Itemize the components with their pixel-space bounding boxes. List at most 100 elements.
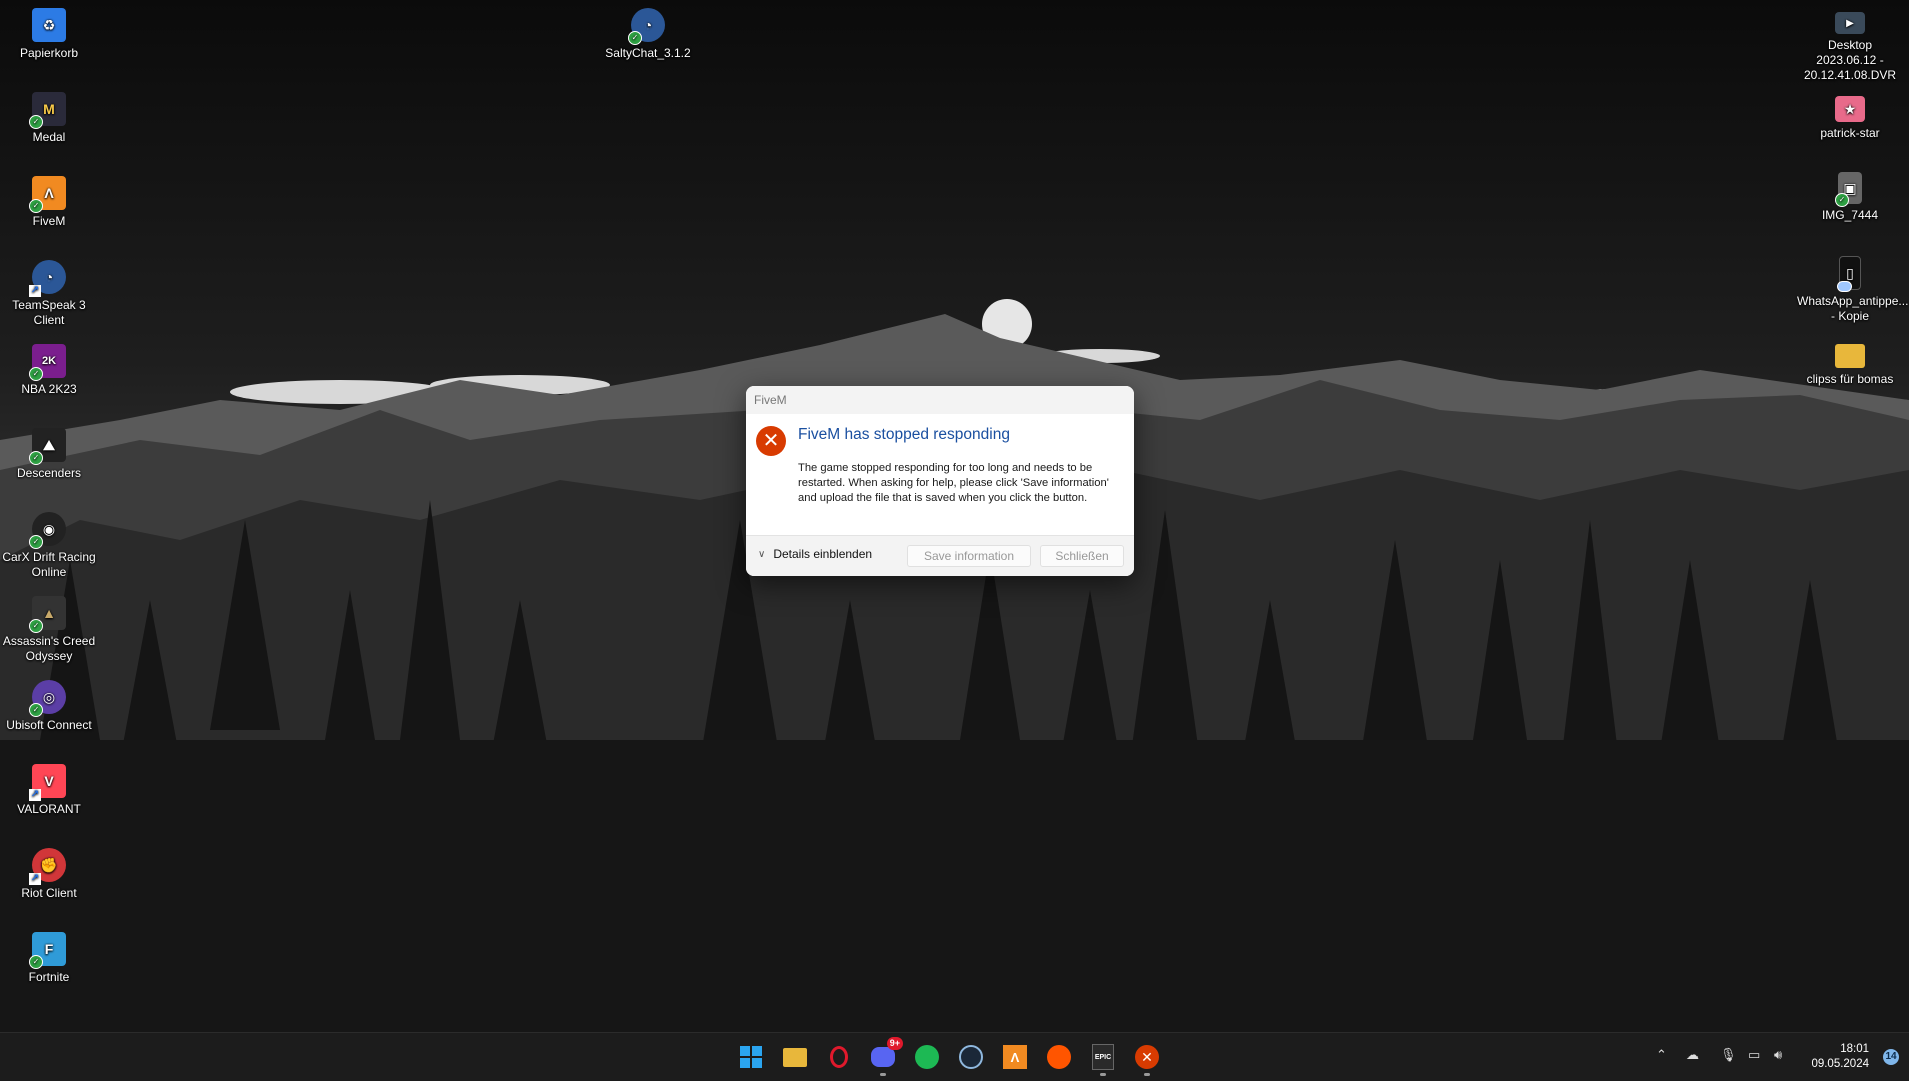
sync-check-icon: ✓: [29, 703, 43, 717]
desktop-icon-ubisoft[interactable]: ◎ ✓ Ubisoft Connect: [0, 680, 99, 733]
medal-icon: M ✓: [29, 92, 66, 129]
network-icon[interactable]: ▭: [1748, 1047, 1760, 1063]
running-indicator: [1100, 1073, 1106, 1076]
recycle-bin-icon: ♻: [32, 8, 66, 42]
spotify-icon: [915, 1045, 939, 1069]
clock-time: 18:01: [1840, 1043, 1869, 1055]
desktop-icon-assassins-creed[interactable]: ▲ ✓ Assassin's Creed Odyssey: [0, 596, 99, 664]
desktop-icon-dvr-video[interactable]: ▶ Desktop 2023.06.12 - 20.12.41.08.DVR: [1797, 12, 1903, 83]
taskbar-file-explorer[interactable]: [781, 1043, 809, 1071]
sync-check-icon: ✓: [628, 31, 642, 45]
nba2k23-icon: 2K ✓: [29, 344, 66, 381]
volume-icon[interactable]: 🔊︎: [1774, 1047, 1782, 1063]
desktop-icon-label: clipss für bomas: [1806, 372, 1894, 386]
desktop-icon-label: Desktop 2023.06.12 - 20.12.41.08.DVR: [1803, 38, 1897, 82]
taskbar-opera[interactable]: [825, 1043, 853, 1071]
desktop-icon-label: FiveM: [32, 214, 66, 228]
windows-start-icon: [740, 1046, 762, 1068]
taskbar-clock[interactable]: 18:01 09.05.2024: [1811, 1042, 1869, 1072]
sync-check-icon: ✓: [29, 955, 43, 969]
desktop-icon-label: patrick-star: [1820, 126, 1880, 140]
desktop-icon-fivem[interactable]: Λ ✓ FiveM: [0, 176, 99, 229]
image-file-icon: ★: [1835, 96, 1865, 122]
dialog-titlebar[interactable]: FiveM: [746, 386, 1134, 414]
sync-check-icon: ✓: [29, 619, 43, 633]
desktop-icon-clips-folder[interactable]: clipss für bomas: [1797, 344, 1903, 387]
taskbar-spotify[interactable]: [913, 1043, 941, 1071]
onedrive-icon[interactable]: ☁: [1686, 1047, 1699, 1063]
taskbar-steam[interactable]: [957, 1043, 985, 1071]
save-information-button[interactable]: Save information: [907, 545, 1031, 567]
desktop-icon-label: SaltyChat_3.1.2: [605, 46, 691, 60]
desktop-icon-label: CarX Drift Racing Online: [2, 550, 96, 579]
sync-check-icon: ✓: [1835, 193, 1849, 207]
error-icon: ✕: [756, 426, 786, 456]
riot-client-icon: ✊ ↗: [29, 848, 66, 885]
taskbar-soundcloud[interactable]: [1045, 1043, 1073, 1071]
phone-image-icon: ▯: [1837, 256, 1861, 292]
desktop-icon-label: Descenders: [16, 466, 82, 480]
opera-icon: [830, 1046, 848, 1068]
folder-icon: [1835, 344, 1865, 368]
desktop-icon-nba2k23[interactable]: 2K ✓ NBA 2K23: [0, 344, 99, 397]
carx-icon: ◉ ✓: [29, 512, 66, 549]
sync-check-icon: ✓: [29, 367, 43, 381]
video-file-icon: ▶: [1835, 12, 1865, 34]
desktop-icon-saltychat[interactable]: ◔ ✓ SaltyChat_3.1.2: [598, 8, 698, 61]
desktop-icon-riot-client[interactable]: ✊ ↗ Riot Client: [0, 848, 99, 901]
shortcut-arrow-icon: ↗: [29, 285, 41, 297]
fivem-icon: Λ: [1003, 1045, 1027, 1069]
desktop-icon-whatsapp-image[interactable]: ▯ WhatsApp_antippe... - Kopie: [1797, 256, 1908, 324]
fortnite-icon: F ✓: [29, 932, 66, 969]
valorant-icon: V ↗: [29, 764, 66, 801]
error-dialog: FiveM ✕ FiveM has stopped responding The…: [746, 386, 1134, 576]
chevron-down-icon: ∨: [758, 548, 766, 560]
desktop-icon-medal[interactable]: M ✓ Medal: [0, 92, 99, 145]
running-indicator: [1144, 1073, 1150, 1076]
sync-check-icon: ✓: [29, 535, 43, 549]
desktop-icon-fortnite[interactable]: F ✓ Fortnite: [0, 932, 99, 985]
details-toggle[interactable]: ∨ Details einblenden: [758, 547, 872, 561]
close-button[interactable]: Schließen: [1040, 545, 1124, 567]
desktop-icon-valorant[interactable]: V ↗ VALORANT: [0, 764, 99, 817]
shortcut-arrow-icon: ↗: [29, 873, 41, 885]
desktop-icon-papierkorb[interactable]: ♻ Papierkorb: [0, 8, 99, 61]
desktop-icon-descenders[interactable]: ⛰ ✓ Descenders: [0, 428, 99, 481]
sync-check-icon: ✓: [29, 199, 43, 213]
cloud-sync-icon: [1837, 281, 1852, 292]
sync-check-icon: ✓: [29, 115, 43, 129]
desktop-icon-label: Medal: [32, 130, 66, 144]
dialog-message: The game stopped responding for too long…: [798, 462, 1109, 504]
soundcloud-icon: [1047, 1045, 1071, 1069]
start-button[interactable]: [737, 1043, 765, 1071]
desktop-icon-label: VALORANT: [17, 802, 81, 816]
fivem-icon: Λ ✓: [29, 176, 66, 213]
ubisoft-connect-icon: ◎ ✓: [29, 680, 66, 717]
steam-icon: [959, 1045, 983, 1069]
desktop-icon-img7444[interactable]: ▣ ✓ IMG_7444: [1800, 172, 1900, 223]
assassins-creed-icon: ▲ ✓: [29, 596, 66, 633]
taskbar-discord[interactable]: 9+: [869, 1037, 903, 1076]
discord-icon: [871, 1047, 895, 1067]
taskbar-fivem-error[interactable]: ✕: [1133, 1043, 1161, 1076]
desktop-icon-label: Fortnite: [28, 970, 70, 984]
details-label: Details einblenden: [773, 547, 873, 561]
show-hidden-icons-chevron-up-icon[interactable]: ⌃: [1656, 1047, 1667, 1063]
descenders-icon: ⛰ ✓: [29, 428, 66, 465]
desktop-icon-teamspeak[interactable]: ◔ ↗ TeamSpeak 3 Client: [0, 260, 99, 328]
desktop-icon-label: Riot Client: [21, 886, 77, 900]
desktop-icon-label: IMG_7444: [1821, 208, 1879, 222]
taskbar-fivem[interactable]: Λ: [1001, 1043, 1029, 1071]
notification-center-badge[interactable]: 14: [1883, 1049, 1899, 1065]
teamspeak-icon: ◔ ↗: [29, 260, 66, 297]
dialog-heading: FiveM has stopped responding: [798, 426, 1010, 443]
desktop-icon-patrick-star[interactable]: ★ patrick-star: [1800, 96, 1900, 141]
clock-date: 09.05.2024: [1811, 1058, 1869, 1070]
desktop-icon-carx[interactable]: ◉ ✓ CarX Drift Racing Online: [0, 512, 99, 580]
microphone-icon[interactable]: 🎙︎: [1720, 1047, 1737, 1063]
taskbar-epic-games[interactable]: EPIC: [1089, 1043, 1117, 1076]
desktop-icon-label: Assassin's Creed Odyssey: [2, 634, 96, 663]
saltychat-icon: ◔ ✓: [628, 8, 665, 45]
error-icon: ✕: [1135, 1045, 1159, 1069]
desktop-icon-label: TeamSpeak 3 Client: [12, 298, 86, 327]
